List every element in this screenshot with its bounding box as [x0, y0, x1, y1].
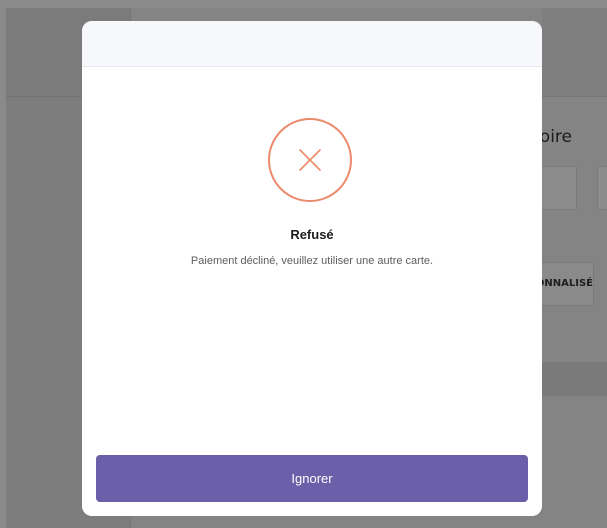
- dialog-header: [82, 21, 542, 67]
- close-x-icon: [299, 149, 321, 171]
- dialog-title: Refusé: [290, 227, 334, 242]
- dismiss-button[interactable]: Ignorer: [96, 455, 528, 502]
- background-input: [542, 166, 577, 210]
- declined-status-icon: [268, 118, 352, 202]
- payment-declined-dialog: Refusé Paiement décliné, veuillez utilis…: [82, 21, 542, 516]
- background-input-2: [597, 166, 607, 210]
- background-heading: oire: [542, 127, 572, 147]
- background-tab: ONNALISÉ: [542, 262, 594, 306]
- dialog-message: Paiement décliné, veuillez utiliser une …: [190, 255, 434, 267]
- screen: oire ONNALISÉ Refusé Paiement décliné, v…: [0, 0, 607, 528]
- background-strip: [542, 362, 607, 396]
- background-topbar: [542, 8, 607, 97]
